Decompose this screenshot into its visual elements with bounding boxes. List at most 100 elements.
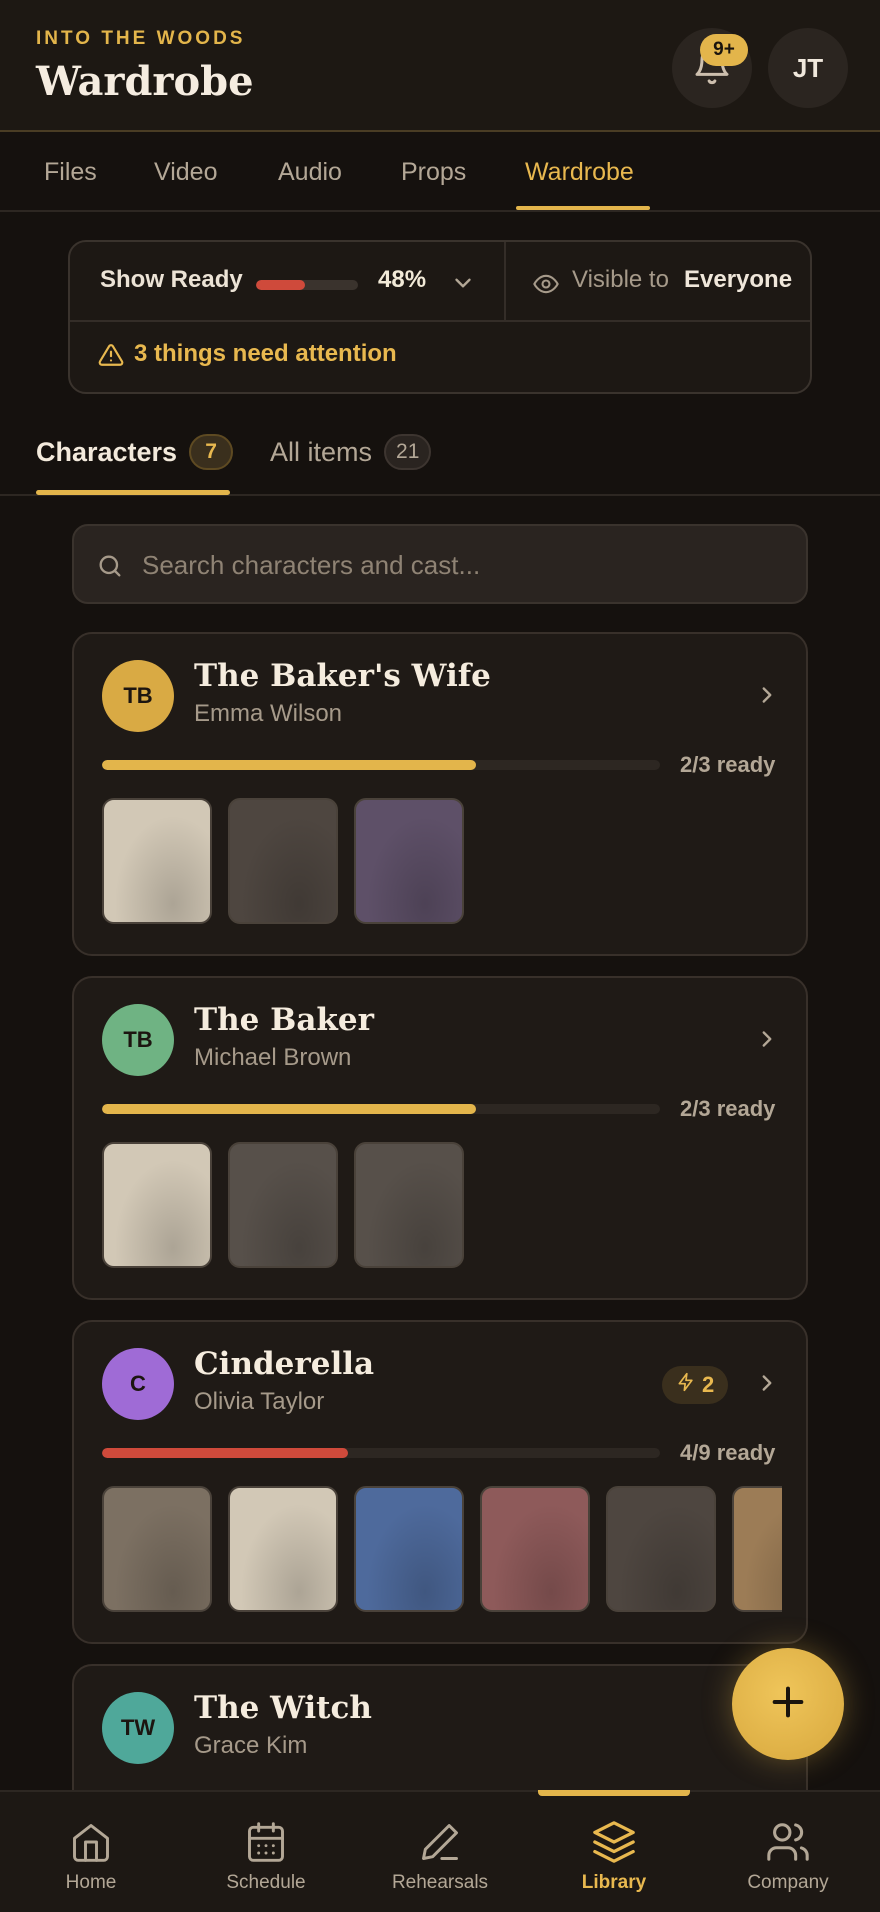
tab-video[interactable]: Video bbox=[154, 134, 218, 210]
section-nav: Files Video Audio Props Wardrobe bbox=[0, 134, 880, 212]
show-ready-percent: 48% bbox=[378, 266, 427, 293]
costume-thumbnail[interactable] bbox=[732, 1486, 782, 1612]
chevron-right-icon bbox=[754, 1375, 780, 1400]
chevron-down-icon bbox=[450, 278, 476, 300]
notification-count-badge: 9+ bbox=[700, 34, 748, 66]
layers-icon bbox=[591, 1818, 637, 1866]
nav-rehearsals[interactable]: Rehearsals bbox=[352, 1792, 528, 1912]
nav-home[interactable]: Home bbox=[3, 1792, 179, 1912]
search-bar bbox=[72, 524, 808, 604]
readiness-progress bbox=[102, 760, 660, 770]
tab-files[interactable]: Files bbox=[44, 134, 97, 210]
character-name: The Witch bbox=[194, 1690, 372, 1726]
nav-library-label: Library bbox=[581, 1872, 647, 1893]
tab-props[interactable]: Props bbox=[401, 134, 466, 210]
costume-thumbnail[interactable] bbox=[228, 798, 338, 924]
costume-thumbnail[interactable] bbox=[102, 1486, 212, 1612]
chevron-right-icon bbox=[754, 1031, 780, 1056]
costume-thumbnail[interactable] bbox=[480, 1486, 590, 1612]
character-avatar: TB bbox=[102, 660, 174, 732]
actor-name: Olivia Taylor bbox=[194, 1388, 325, 1415]
calendar-icon bbox=[244, 1818, 288, 1866]
character-card[interactable]: TB The Baker's Wife Emma Wilson 2/3 ready bbox=[72, 632, 808, 956]
show-ready-progress bbox=[256, 280, 358, 290]
nav-schedule[interactable]: Schedule bbox=[178, 1792, 354, 1912]
plus-icon bbox=[768, 1682, 808, 1727]
lightning-icon bbox=[676, 1372, 696, 1398]
open-character-button[interactable] bbox=[754, 1026, 780, 1057]
open-character-button[interactable] bbox=[754, 682, 780, 713]
nav-company[interactable]: Company bbox=[700, 1792, 876, 1912]
show-ready-progress-fill bbox=[256, 280, 305, 290]
active-nav-indicator bbox=[538, 1790, 690, 1796]
active-tab-indicator bbox=[516, 206, 650, 210]
eye-icon bbox=[532, 270, 560, 303]
tab-audio[interactable]: Audio bbox=[278, 134, 342, 210]
show-ready-dropdown[interactable] bbox=[450, 270, 476, 301]
tab-all-items-label: All items bbox=[270, 436, 373, 467]
tab-characters[interactable]: Characters 7 bbox=[36, 434, 234, 470]
costume-thumbnails bbox=[102, 798, 782, 926]
home-icon bbox=[69, 1818, 113, 1866]
quick-change-count: 2 bbox=[702, 1372, 715, 1397]
costume-thumbnail[interactable] bbox=[228, 1142, 338, 1268]
tab-wardrobe[interactable]: Wardrobe bbox=[525, 134, 634, 210]
actor-name: Michael Brown bbox=[194, 1044, 352, 1071]
readiness-text: 4/9 ready bbox=[680, 1440, 776, 1465]
costume-thumbnail[interactable] bbox=[102, 1142, 212, 1268]
costume-thumbnails bbox=[102, 1142, 782, 1270]
status-panel: Show Ready 48% Visible to Everyone 3 thi… bbox=[68, 240, 812, 394]
costume-thumbnail[interactable] bbox=[354, 798, 464, 924]
chevron-right-icon bbox=[754, 687, 780, 712]
nav-library[interactable]: Library bbox=[526, 1792, 702, 1912]
status-row: Show Ready 48% Visible to Everyone bbox=[70, 242, 810, 322]
character-avatar: TB bbox=[102, 1004, 174, 1076]
people-icon bbox=[765, 1818, 811, 1866]
character-avatar: C bbox=[102, 1348, 174, 1420]
tab-all-items[interactable]: All items 21 bbox=[270, 434, 432, 470]
warning-icon bbox=[98, 342, 124, 373]
bottom-nav: Home Schedule Rehearsals Library Company bbox=[0, 1790, 880, 1912]
costume-thumbnail[interactable] bbox=[354, 1142, 464, 1268]
character-card[interactable]: C Cinderella Olivia Taylor 2 4/9 ready bbox=[72, 1320, 808, 1644]
costume-thumbnail[interactable] bbox=[102, 798, 212, 924]
tab-characters-label: Characters bbox=[36, 436, 178, 467]
character-name: The Baker bbox=[194, 1002, 374, 1038]
readiness-progress-fill bbox=[102, 760, 476, 770]
show-ready-label: Show Ready bbox=[100, 266, 243, 293]
readiness-progress bbox=[102, 1104, 660, 1114]
nav-schedule-label: Schedule bbox=[226, 1872, 306, 1893]
readiness-progress-fill bbox=[102, 1448, 348, 1458]
pen-icon bbox=[418, 1818, 462, 1866]
search-input[interactable] bbox=[142, 540, 782, 590]
readiness-text: 2/3 ready bbox=[680, 1096, 776, 1121]
status-divider bbox=[504, 242, 506, 322]
app-header: INTO THE WOODS Wardrobe 9+ JT bbox=[0, 0, 880, 132]
nav-home-label: Home bbox=[65, 1872, 117, 1893]
visibility-value[interactable]: Everyone bbox=[684, 266, 792, 294]
search-icon bbox=[96, 552, 124, 585]
readiness-text: 2/3 ready bbox=[680, 752, 776, 777]
character-avatar: TW bbox=[102, 1692, 174, 1764]
user-avatar[interactable]: JT bbox=[768, 28, 848, 108]
character-name: The Baker's Wife bbox=[194, 658, 491, 694]
nav-rehearsals-label: Rehearsals bbox=[391, 1872, 489, 1893]
character-name: Cinderella bbox=[194, 1346, 375, 1382]
add-character-button[interactable] bbox=[732, 1648, 844, 1760]
costume-thumbnail[interactable] bbox=[606, 1486, 716, 1612]
costume-thumbnail[interactable] bbox=[354, 1486, 464, 1612]
attention-link[interactable]: 3 things need attention bbox=[134, 340, 397, 368]
visibility-label[interactable]: Visible to bbox=[572, 266, 669, 294]
tab-characters-count: 7 bbox=[189, 434, 234, 470]
show-title: INTO THE WOODS bbox=[36, 28, 246, 49]
costume-thumbnail[interactable] bbox=[228, 1486, 338, 1612]
readiness-progress-fill bbox=[102, 1104, 476, 1114]
actor-name: Emma Wilson bbox=[194, 700, 343, 727]
nav-company-label: Company bbox=[747, 1872, 829, 1893]
quick-change-badge: 2 bbox=[662, 1366, 729, 1404]
readiness-progress bbox=[102, 1448, 660, 1458]
character-tabs: Characters 7 All items 21 bbox=[0, 430, 880, 496]
open-character-button[interactable] bbox=[754, 1370, 780, 1401]
page-title: Wardrobe bbox=[36, 58, 254, 105]
character-card[interactable]: TB The Baker Michael Brown 2/3 ready bbox=[72, 976, 808, 1300]
